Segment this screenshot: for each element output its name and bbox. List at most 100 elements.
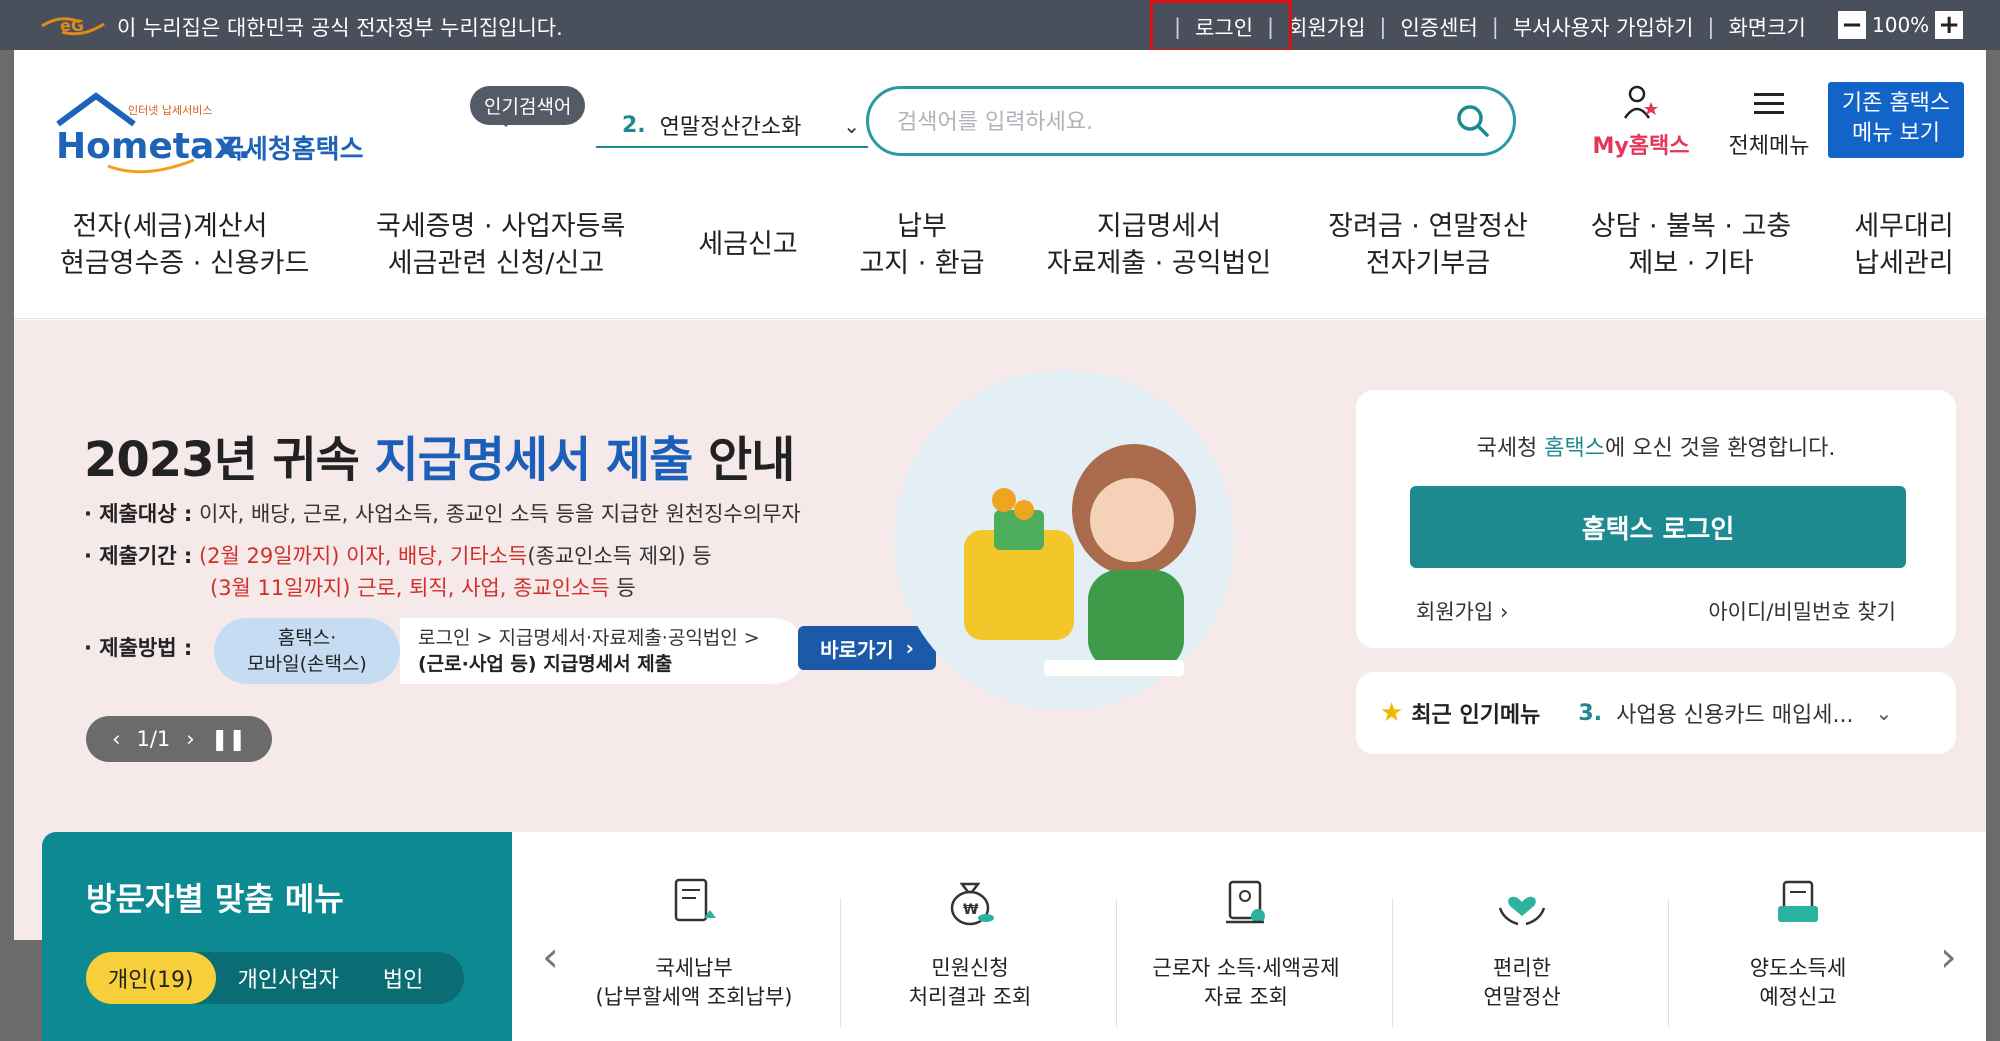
search-icon[interactable] [1455,103,1491,139]
pill-line: 홈택스· [277,627,337,649]
dept-user-signup-link[interactable]: 부서사용자 가입하기 [1513,12,1694,42]
quick-label: 민원신청 [931,956,1009,980]
quick-worker-deduction[interactable]: 근로자 소득·세액공제 자료 조회 [1138,872,1354,1012]
nav-year-end[interactable]: 장려금 · 연말정산 전자기부금 [1328,208,1528,282]
all-menu-button[interactable]: 전체메뉴 [1714,90,1824,160]
nav-payment[interactable]: 납부 고지 · 환급 [852,208,992,282]
tab-individual[interactable]: 개인(19) [86,952,216,1004]
visitor-tabs: 개인(19) 개인사업자 법인 [86,952,464,1004]
screen-size-label: 화면크기 [1728,16,1806,40]
tax-payment-icon [674,878,716,922]
folder-document-icon [1778,880,1818,922]
site-header: 인터넷 납세서비스 Hometax. 국세청홈택스 인기검색어 2. 연말정산간… [14,50,1986,320]
quick-tax-payment[interactable]: 국세납부 (납부할세액 조회납부) [586,872,802,1012]
svg-text:국세청홈택스: 국세청홈택스 [220,135,364,165]
document-check-icon [1226,880,1265,924]
old-menu-line1: 기존 홈택스 [1841,91,1951,116]
hamburger-icon [1754,93,1784,114]
method-pill: 홈택스· 모바일(손택스) [214,618,400,684]
nav-label: 세금신고 [698,229,798,260]
signup-link-card[interactable]: 회원가입 › [1416,596,1508,626]
nav-certificates[interactable]: 국세증명 · 사업자등록 세금관련 신청/신고 [376,208,626,282]
quick-year-end[interactable]: 편리한 연말정산 [1414,872,1630,1012]
left-dim [0,50,14,1041]
chevron-right-icon[interactable]: › [1940,932,1957,981]
nav-payment-statement[interactable]: 지급명세서 자료제출 · 공익법인 [1044,208,1274,282]
pill-line: 모바일(손택스) [247,653,367,675]
nav-consulting[interactable]: 상담 · 불복 · 고충 제보 · 기타 [1586,208,1796,282]
money-bag-icon: ₩ [950,882,994,926]
divider [840,898,841,1028]
visitor-menu: 방문자별 맞춤 메뉴 개인(19) 개인사업자 법인 [42,832,512,1041]
signup-link[interactable]: 회원가입 [1288,12,1365,42]
banner-target-row: · 제출대상 : 이자, 배당, 근로, 사업소득, 종교인 소득 등을 지급한… [84,498,801,528]
nav-label: 국세증명 · 사업자등록 [376,211,626,242]
search-input[interactable] [897,105,1437,139]
popular-title: 최근 인기메뉴 [1411,703,1541,728]
nav-label: 전자기부금 [1365,248,1491,279]
separator: | [1707,15,1715,39]
nav-tax-return[interactable]: 세금신고 [688,226,808,263]
star-icon: ★ [1380,698,1404,728]
old-menu-button[interactable]: 기존 홈택스 메뉴 보기 [1828,82,1964,158]
nav-tax-agent[interactable]: 세무대리 납세관리 [1844,208,1964,282]
title-part: 안내 [692,432,795,488]
chevron-down-icon[interactable]: ⌄ [843,114,860,138]
gov-bar: eG 이 누리집은 대한민국 공식 전자정부 누리집입니다. | 로그인 | 회… [0,0,2000,52]
recent-popular-menu[interactable]: ★ 최근 인기메뉴 3. 사업용 신용카드 매입세... ⌄ [1356,672,1956,754]
quick-transfer-tax[interactable]: 양도소득세 예정신고 [1690,872,1906,1012]
nav-e-invoice[interactable]: 전자(세금)계산서 현금영수증 · 신용카드 [60,208,309,282]
title-highlight: 지급명세서 제출 [374,432,694,488]
quick-menu: ‹ 국세납부 (납부할세액 조회납부) ₩ 민원신청 처리결과 조회 근로자 소… [512,832,1986,1041]
popular-text: 사업용 신용카드 매입세... [1616,703,1854,728]
tab-corporation[interactable]: 법인 [361,952,445,1004]
nav-label: 고지 · 환급 [859,248,985,279]
gov-notice: 이 누리집은 대한민국 공식 전자정부 누리집입니다. [117,16,563,40]
visitor-title: 방문자별 맞춤 메뉴 [86,880,344,918]
tab-individual-business[interactable]: 개인사업자 [216,952,361,1004]
zoom-in-button[interactable]: + [1935,11,1964,39]
hometax-logo[interactable]: 인터넷 납세서비스 Hometax. 국세청홈택스 [44,84,394,174]
hometax-login-button[interactable]: 홈택스 로그인 [1410,486,1906,568]
zoom-control: − 100% + [1838,11,1964,39]
target-text: 이자, 배당, 근로, 사업소득, 종교인 소득 등을 지급한 원천징수의무자 [198,502,801,526]
quick-label: 근로자 소득·세액공제 [1152,956,1340,980]
quick-label: 예정신고 [1759,985,1837,1009]
period2-rest: 등 [609,576,636,600]
next-icon[interactable]: › [186,727,194,751]
chevron-left-icon[interactable]: ‹ [542,932,559,981]
popular-rank: 3. [1578,700,1603,726]
nav-label: 전자(세금)계산서 [72,211,268,242]
divider [1668,898,1669,1028]
path-line: 로그인 > 지급명세서·자료제출·공익법인 > [418,627,760,649]
period-label: · 제출기간 : [84,544,193,568]
find-account-link[interactable]: 아이디/비밀번호 찾기 [1708,596,1896,626]
popular-search-badge: 인기검색어 [470,86,586,127]
my-hometax-button[interactable]: My홈택스 [1586,84,1696,160]
right-dim [1986,50,2000,1041]
nav-label: 장려금 · 연말정산 [1328,211,1528,242]
zoom-out-button[interactable]: − [1838,11,1866,39]
banner-method-row: · 제출방법 : [84,632,192,662]
method-label: · 제출방법 : [84,636,193,660]
quick-label: 자료 조회 [1204,985,1288,1009]
popular-search-term[interactable]: 2. 연말정산간소화 ⌄ [596,104,868,148]
separator: | [1491,15,1499,39]
user-star-icon [1623,85,1658,119]
quick-civil-request[interactable]: ₩ 민원신청 처리결과 조회 [862,872,1078,1012]
banner-title: 2023년 귀속 지급명세서 제출 안내 [84,420,795,490]
prev-icon[interactable]: ‹ [112,727,120,751]
login-highlight-box [1150,0,1292,52]
separator: | [1379,15,1387,39]
quick-label: 연말정산 [1483,985,1561,1009]
welcome-message: 국세청 홈택스에 오신 것을 환영합니다. [1356,430,1956,462]
header-divider [14,318,1986,319]
main-nav: 전자(세금)계산서 현금영수증 · 신용카드 국세증명 · 사업자등록 세금관련… [14,208,1986,298]
cert-center-link[interactable]: 인증센터 [1400,12,1477,42]
old-menu-line2: 메뉴 보기 [1852,121,1940,146]
pause-icon[interactable]: ❚❚ [211,727,246,751]
nav-label: 세금관련 신청/신고 [387,248,605,279]
banner-illustration [894,370,1234,710]
target-label: · 제출대상 : [84,502,193,526]
chevron-down-icon[interactable]: ⌄ [1875,701,1892,725]
